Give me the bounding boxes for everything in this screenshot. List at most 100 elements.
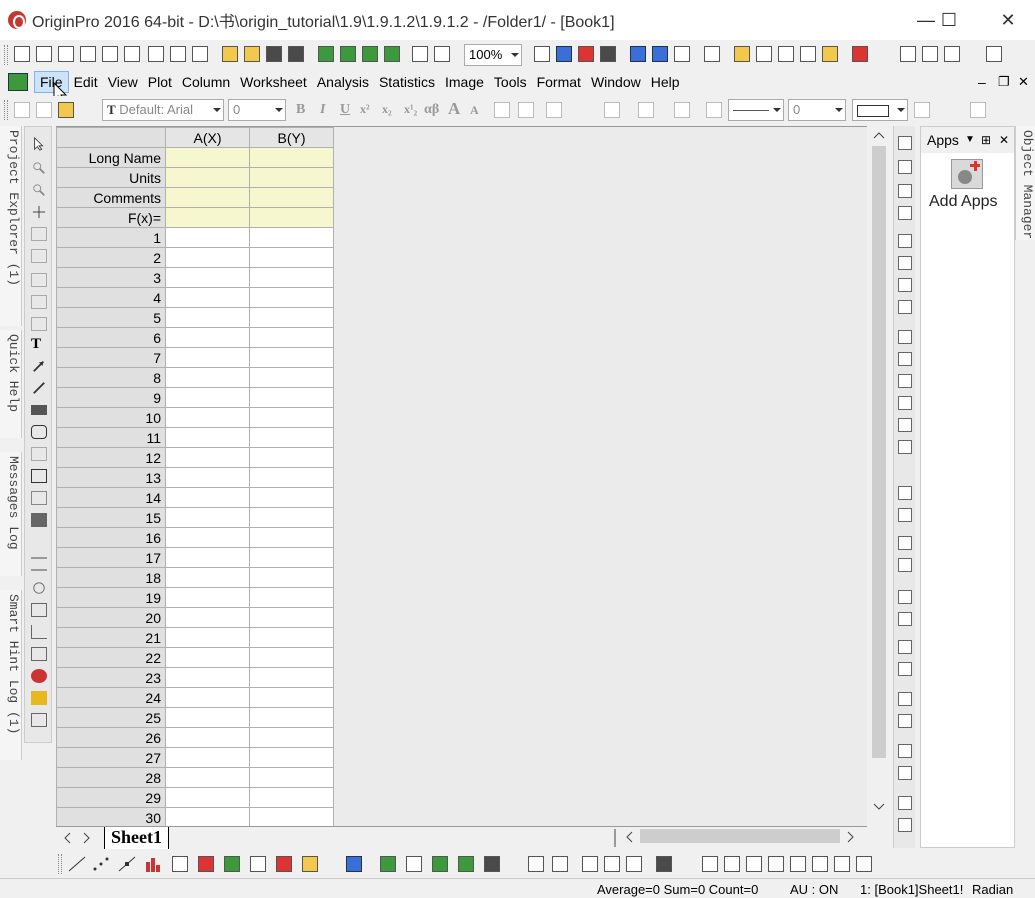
meta-cell[interactable] [165, 167, 250, 188]
perspective-icon[interactable] [790, 856, 806, 872]
stack-layers-icon[interactable] [898, 136, 912, 150]
data-cell[interactable] [165, 327, 250, 348]
meta-cell[interactable] [165, 147, 250, 168]
origin-app-icon[interactable] [8, 11, 26, 29]
transpose-icon[interactable] [626, 856, 642, 872]
row-number[interactable]: 24 [56, 687, 166, 708]
add-apps-label[interactable]: Add Apps [929, 193, 998, 211]
import-wizard-icon[interactable] [318, 46, 334, 62]
heatmap-icon[interactable] [432, 856, 448, 872]
data-cell[interactable] [165, 267, 250, 288]
data-cell[interactable] [249, 347, 334, 368]
data-cell[interactable] [165, 447, 250, 468]
extract-layers-icon[interactable] [898, 184, 912, 198]
data-cell[interactable] [165, 487, 250, 508]
italic-button[interactable]: I [320, 102, 325, 118]
layer-management-icon[interactable] [31, 647, 47, 661]
fill-color-icon[interactable] [604, 102, 620, 118]
slideshow-icon[interactable] [600, 46, 616, 62]
menu-image[interactable]: Image [440, 71, 489, 93]
data-cell[interactable] [165, 307, 250, 328]
row-number[interactable]: 1 [56, 227, 166, 248]
splitter[interactable] [614, 829, 616, 847]
row-number[interactable]: 22 [56, 647, 166, 668]
align-grid-icon[interactable] [898, 256, 912, 270]
toolbar-grip[interactable] [4, 45, 8, 65]
toolbar-grip[interactable] [4, 100, 8, 120]
data-cell[interactable] [165, 227, 250, 248]
scroll-right-icon[interactable] [846, 831, 856, 843]
results-log-icon[interactable] [652, 46, 668, 62]
3d-bars-icon[interactable] [380, 856, 396, 872]
status-angle[interactable]: Radian [972, 882, 1013, 897]
3d-surface-icon[interactable] [346, 856, 362, 872]
new-folder-icon[interactable] [36, 46, 52, 62]
data-cell[interactable] [165, 687, 250, 708]
row-number[interactable]: 29 [56, 787, 166, 808]
data-cell[interactable] [165, 627, 250, 648]
data-cell[interactable] [249, 687, 334, 708]
layer-tool-icon[interactable] [898, 206, 912, 220]
sort-icon[interactable] [944, 46, 960, 62]
refresh-icon[interactable] [556, 46, 572, 62]
import-single-ascii-icon[interactable] [340, 46, 356, 62]
layer-contents-icon[interactable] [800, 46, 816, 62]
command-window-icon[interactable] [674, 46, 690, 62]
arrow-tool-icon[interactable] [31, 359, 47, 373]
column-plot-icon[interactable] [144, 856, 162, 872]
region-of-interest-icon[interactable] [31, 469, 47, 483]
data-cell[interactable] [249, 587, 334, 608]
row-number[interactable]: 19 [56, 587, 166, 608]
data-cell[interactable] [165, 607, 250, 628]
mdi-restore-button[interactable]: ❐ [998, 74, 1010, 90]
object-align-left-icon[interactable] [898, 486, 912, 500]
meta-cell[interactable] [249, 167, 334, 188]
object-align-bottom-icon[interactable] [898, 558, 912, 572]
data-cell[interactable] [165, 587, 250, 608]
axis-right-icon[interactable] [898, 374, 912, 388]
corner-cell[interactable] [56, 127, 166, 148]
apps-dropdown-icon[interactable]: ▼ [965, 127, 975, 153]
bar-pattern-icon[interactable] [518, 102, 534, 118]
data-cell[interactable] [249, 467, 334, 488]
scatter-plot-icon[interactable] [92, 856, 110, 872]
data-cell[interactable] [165, 667, 250, 688]
data-cell[interactable] [165, 387, 250, 408]
supsub-button[interactable]: x¹₂ [404, 102, 417, 117]
row-number[interactable]: 16 [56, 527, 166, 548]
tab-messages-log[interactable]: Messages Log [0, 452, 22, 576]
meta-cell[interactable] [249, 187, 334, 208]
add-text-icon[interactable] [734, 46, 750, 62]
object-align-top-icon[interactable] [898, 536, 912, 550]
data-cell[interactable] [165, 767, 250, 788]
folder-icon[interactable] [31, 691, 47, 705]
scroll-thumb[interactable] [872, 146, 886, 758]
next-sheet-icon[interactable] [82, 832, 92, 844]
zoom-out-icon[interactable] [31, 183, 47, 197]
line-plot-icon[interactable] [68, 856, 86, 872]
column-statistics-icon[interactable] [900, 46, 916, 62]
import-excel-icon[interactable] [384, 46, 400, 62]
data-cell[interactable] [249, 507, 334, 528]
rotate-right-icon[interactable] [724, 856, 740, 872]
border-icon[interactable] [914, 102, 930, 118]
cut-icon[interactable] [14, 102, 30, 118]
hscroll-thumb[interactable] [640, 829, 840, 843]
data-cell[interactable] [249, 707, 334, 728]
meta-cell[interactable] [165, 207, 250, 228]
object-center-h-icon[interactable] [898, 590, 912, 604]
row-number[interactable]: 5 [56, 307, 166, 328]
new-matrix-icon[interactable] [148, 46, 164, 62]
menu-format[interactable]: Format [532, 71, 586, 93]
image-mode-icon[interactable] [552, 856, 568, 872]
greek-button[interactable]: αβ [424, 102, 439, 118]
data-cell[interactable] [249, 407, 334, 428]
bold-button[interactable]: B [296, 102, 305, 118]
axis-icon[interactable] [31, 625, 47, 639]
data-cell[interactable] [249, 547, 334, 568]
menu-help[interactable]: Help [646, 71, 685, 93]
row-statistics-icon[interactable] [922, 46, 938, 62]
data-cell[interactable] [249, 667, 334, 688]
meta-cell[interactable] [249, 147, 334, 168]
mdi-minimize-button[interactable]: – [978, 74, 986, 90]
